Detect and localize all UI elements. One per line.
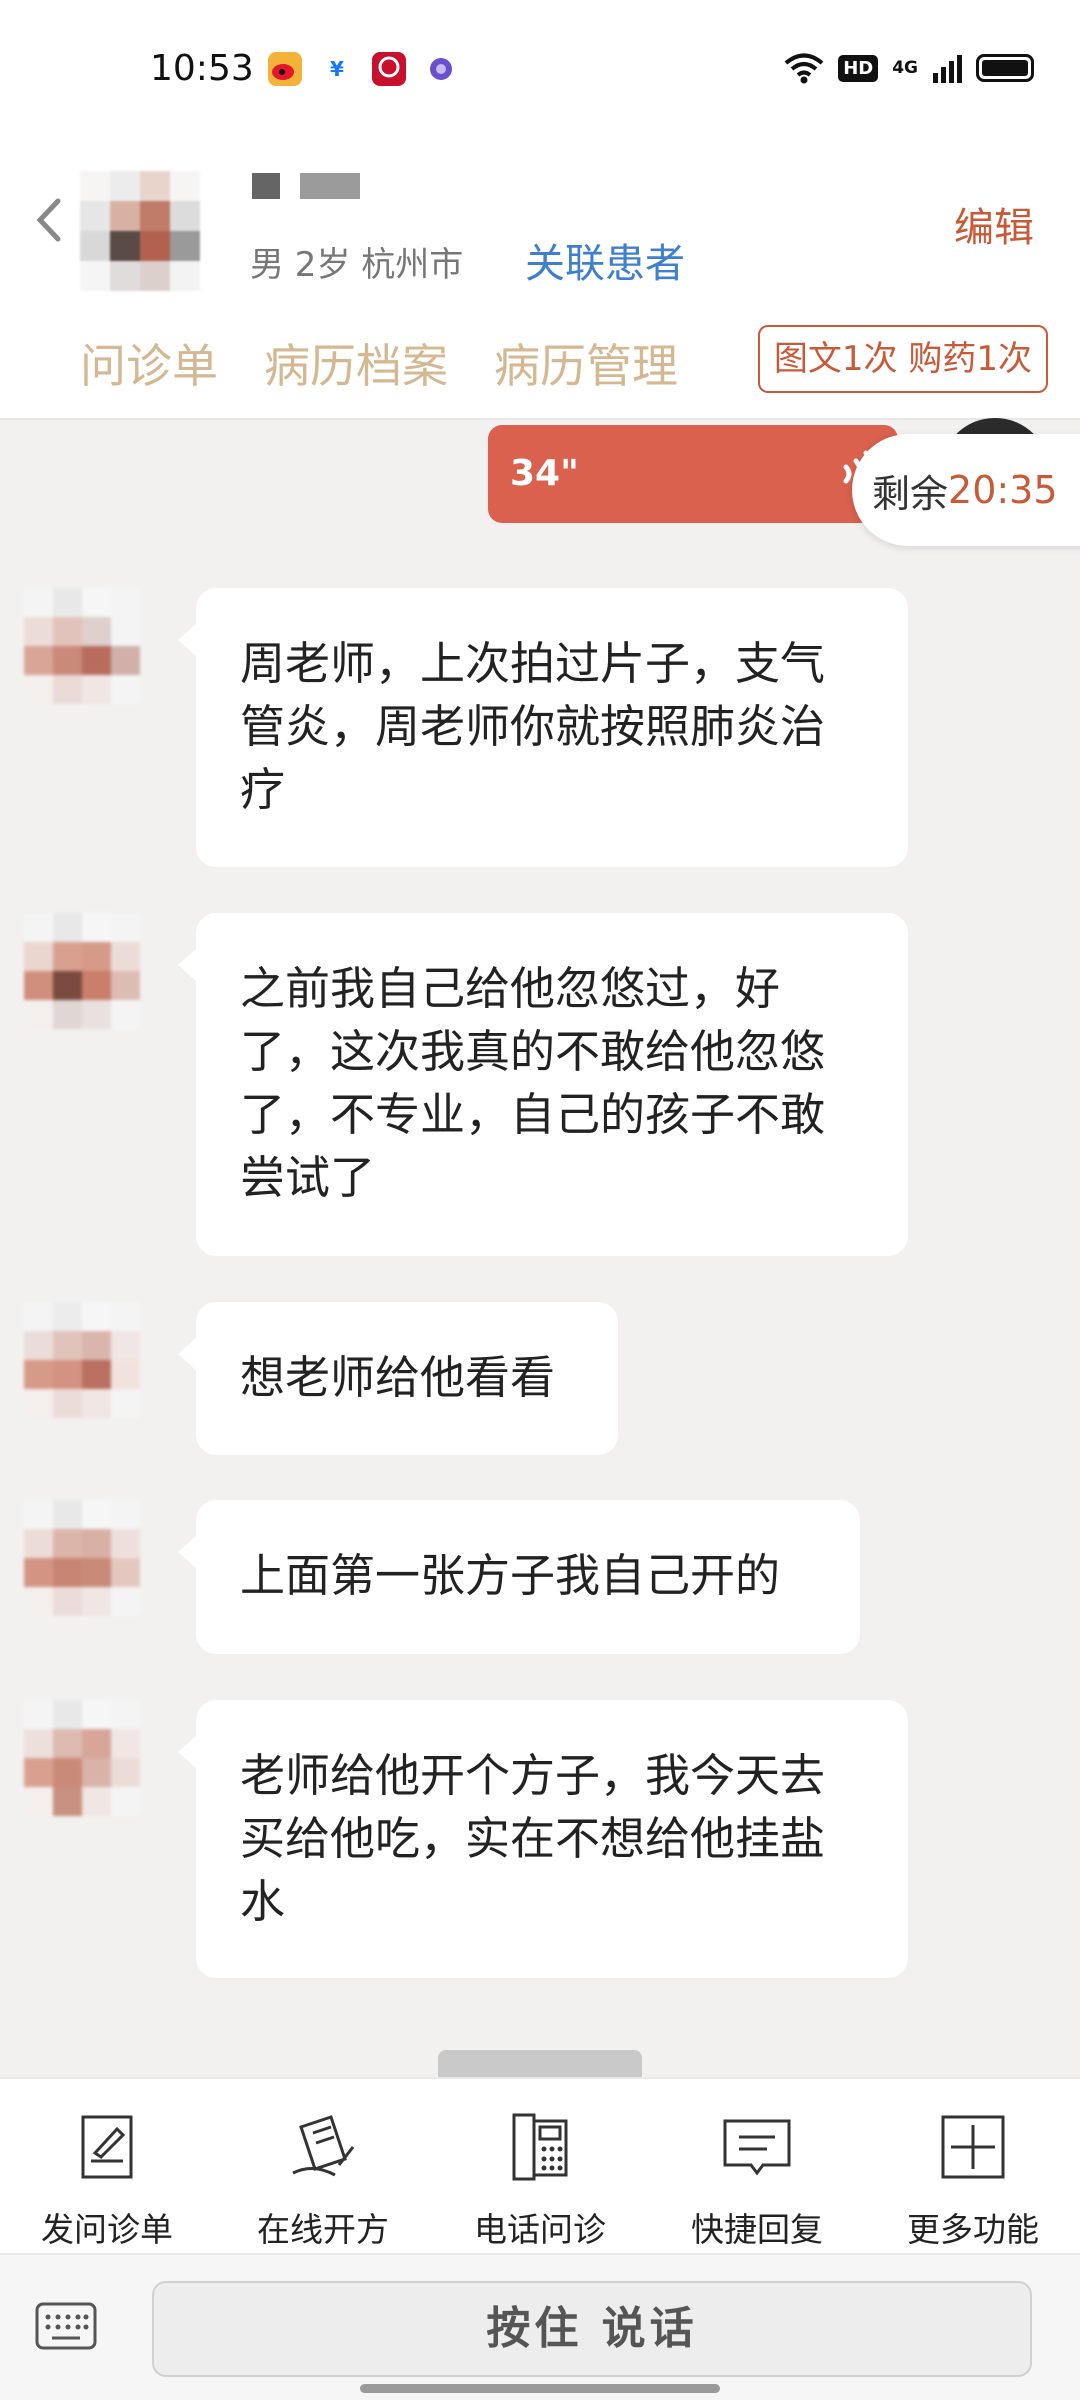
record-tabs: 问诊单 病历档案 病历管理 [80, 330, 678, 396]
app-red-icon [372, 52, 406, 86]
remaining-time: 20:35 [948, 468, 1058, 512]
more-functions-button[interactable]: 更多功能 [888, 2107, 1058, 2251]
quick-reply-button[interactable]: 快捷回复 [672, 2107, 842, 2251]
link-patient-button[interactable]: 关联患者 [525, 231, 685, 289]
sender-avatar[interactable] [24, 1302, 140, 1418]
push-to-talk-button[interactable]: 按住 说话 [152, 2281, 1032, 2377]
edit-button[interactable]: 编辑 [954, 195, 1034, 253]
patient-meta: 男 2岁 杭州市 [250, 245, 464, 285]
patient-name-redacted [252, 173, 360, 199]
sender-avatar[interactable] [24, 1500, 140, 1616]
send-form-button[interactable]: 发问诊单 [22, 2107, 192, 2251]
voice-duration: 34" [510, 453, 579, 494]
signal-icon [933, 55, 962, 83]
plus-icon [941, 2115, 1005, 2179]
online-prescription-button[interactable]: 在线开方 [238, 2107, 408, 2251]
status-time: 10:53 [150, 48, 254, 89]
phone-consult-button[interactable]: 电话问诊 [455, 2107, 625, 2251]
status-bar: 10:53 ¥ HD 4G [0, 0, 1080, 145]
prescription-icon [292, 2115, 355, 2177]
message-bubble[interactable]: 周老师，上次拍过片子，支气管炎，周老师你就按照肺炎治疗 [178, 588, 908, 867]
form-icon [81, 2115, 133, 2179]
status-app-icons: ¥ [268, 52, 458, 86]
status-indicators: HD 4G [784, 52, 1034, 84]
wifi-icon [784, 53, 824, 84]
home-indicator[interactable] [360, 2384, 720, 2393]
quick-reply-icon [723, 2119, 791, 2176]
consult-count-badge[interactable]: 图文1次 购药1次 [757, 325, 1048, 393]
sender-avatar[interactable] [24, 913, 140, 1029]
battery-icon [976, 54, 1034, 82]
patient-avatar[interactable] [80, 171, 200, 291]
voice-message[interactable]: 34" [488, 425, 898, 523]
remaining-time-pill: 剩余 20:35 [852, 434, 1080, 546]
phone-icon [512, 2113, 568, 2181]
remaining-label: 剩余 [872, 471, 949, 516]
keyboard-icon[interactable] [34, 2301, 98, 2351]
back-arrow-icon[interactable] [34, 195, 64, 245]
action-toolbar: 发问诊单 在线开方 电话问诊 快捷回复 更多功能 [0, 2077, 1080, 2255]
patient-header: 男 2岁 杭州市 关联患者 编辑 问诊单 病历档案 病历管理 图文1次 购药1次 [0, 145, 1080, 420]
tool-label: 更多功能 [907, 2210, 1039, 2249]
tool-label: 在线开方 [257, 2210, 389, 2249]
app-purple-icon [424, 52, 458, 86]
message-bubble[interactable]: 上面第一张方子我自己开的 [178, 1500, 860, 1654]
tool-label: 发问诊单 [41, 2210, 173, 2249]
alipay-icon: ¥ [320, 52, 354, 86]
weibo-icon [268, 52, 302, 86]
tool-label: 快捷回复 [691, 2210, 823, 2249]
tab-medical-archive[interactable]: 病历档案 [264, 330, 448, 396]
network-type: 4G [892, 58, 918, 78]
sender-avatar[interactable] [24, 588, 140, 704]
message-bubble[interactable]: 之前我自己给他忽悠过，好了，这次我真的不敢给他忽悠了，不专业，自己的孩子不敢尝试… [178, 913, 908, 1256]
tool-label: 电话问诊 [474, 2210, 606, 2249]
input-bar: 按住 说话 [0, 2255, 1080, 2400]
message-bubble[interactable]: 想老师给他看看 [178, 1302, 618, 1455]
sender-avatar[interactable] [24, 1700, 140, 1816]
tab-consult-form[interactable]: 问诊单 [80, 330, 218, 396]
hd-badge: HD [838, 54, 879, 82]
message-bubble[interactable]: 老师给他开个方子，我今天去买给他吃，实在不想给他挂盐水 [178, 1700, 908, 1978]
tab-medical-management[interactable]: 病历管理 [494, 330, 678, 396]
